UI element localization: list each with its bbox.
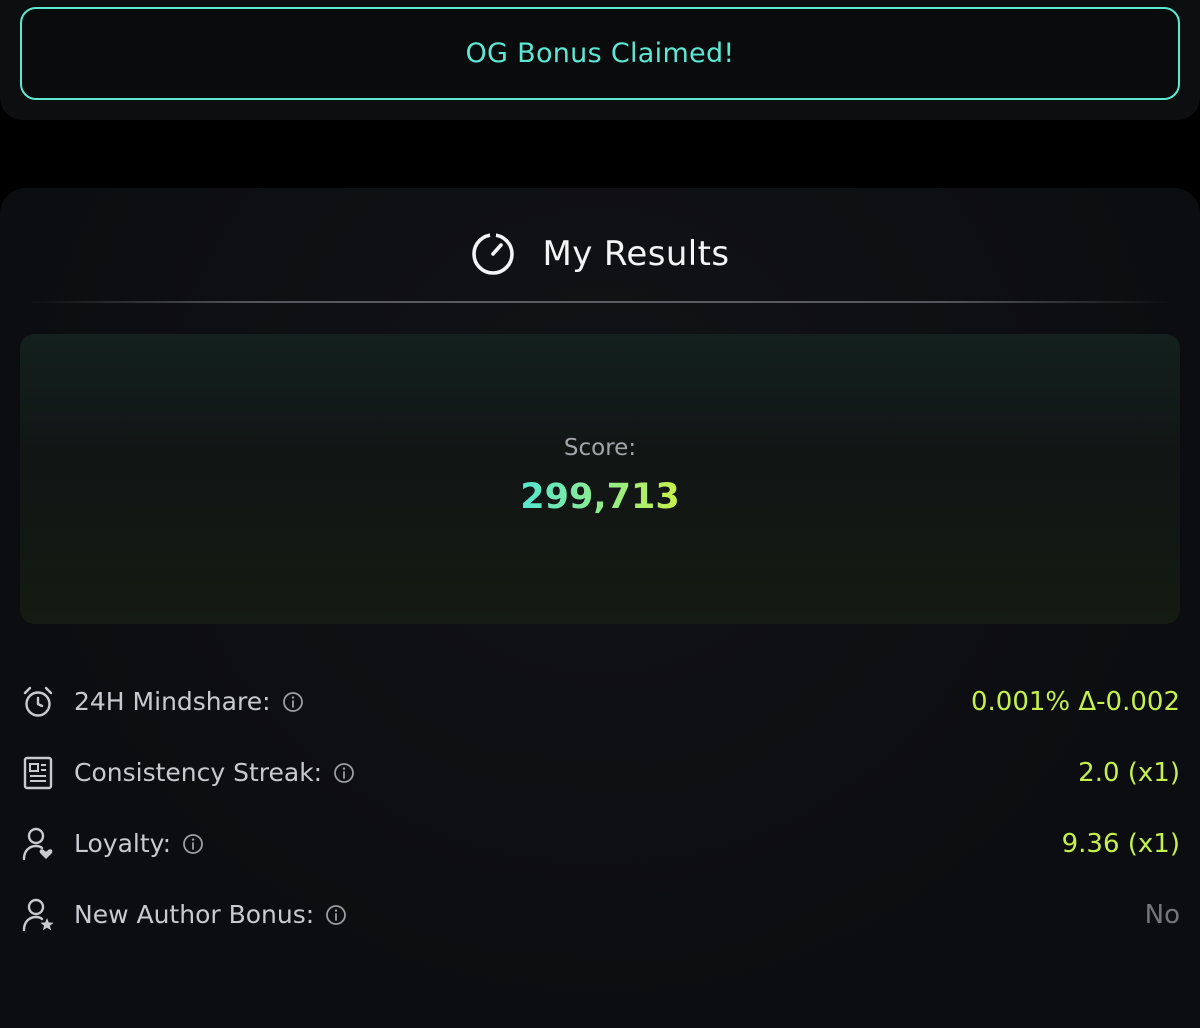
stat-label: New Author Bonus: [74, 900, 315, 929]
info-icon[interactable] [182, 833, 204, 855]
stats-list: 24H Mindshare: 0.001% Δ-0.002 Consistenc… [20, 666, 1180, 950]
score-label: Score: [563, 435, 637, 461]
stat-value: No [1144, 899, 1180, 930]
user-heart-icon [22, 827, 53, 860]
og-bonus-claimed-button[interactable]: OG Bonus Claimed! [20, 7, 1180, 100]
stat-row-loyalty: Loyalty: 9.36 (x1) [20, 808, 1180, 879]
info-icon[interactable] [282, 691, 304, 713]
og-bonus-card: OG Bonus Claimed! [0, 0, 1200, 120]
results-header: My Results [0, 230, 1200, 278]
stat-value: 0.001% Δ-0.002 [970, 686, 1180, 717]
user-star-icon [22, 898, 54, 931]
alarm-clock-icon [23, 686, 53, 717]
stat-row-new-author-bonus: New Author Bonus: No [20, 879, 1180, 950]
gauge-icon [472, 232, 515, 275]
score-value: 299,713 [520, 477, 680, 517]
results-card: My Results Score: 299,713 24H Mindshare: [0, 188, 1200, 1028]
stat-value: 2.0 (x1) [1078, 757, 1180, 788]
document-icon [23, 756, 53, 789]
header-divider [26, 301, 1174, 303]
stat-label: Loyalty: [74, 829, 172, 858]
info-icon[interactable] [333, 762, 355, 784]
stat-label: Consistency Streak: [74, 758, 323, 787]
results-title: My Results [542, 234, 730, 274]
info-icon[interactable] [325, 904, 347, 926]
stat-row-mindshare: 24H Mindshare: 0.001% Δ-0.002 [20, 666, 1180, 737]
stat-row-consistency-streak: Consistency Streak: 2.0 (x1) [20, 737, 1180, 808]
stat-label: 24H Mindshare: [74, 687, 271, 716]
stat-value: 9.36 (x1) [1061, 828, 1180, 859]
score-panel: Score: 299,713 [20, 334, 1180, 624]
